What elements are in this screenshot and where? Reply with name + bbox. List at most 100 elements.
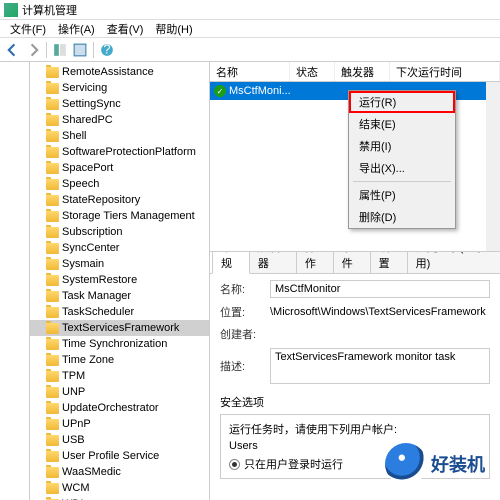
ctx-end[interactable]: 结束(E) [349, 113, 455, 135]
ctx-export[interactable]: 导出(X)... [349, 157, 455, 179]
tab-triggers[interactable]: 触发器 [249, 252, 297, 273]
folder-icon [46, 355, 59, 366]
forward-button[interactable] [24, 41, 42, 59]
tree-item[interactable]: Speech [30, 176, 209, 192]
folder-icon [46, 179, 59, 190]
col-trigger[interactable]: 触发器 [335, 62, 390, 81]
tree-item[interactable]: Time Synchronization [30, 336, 209, 352]
col-name[interactable]: 名称 [210, 62, 290, 81]
desc-field[interactable]: TextServicesFramework monitor task [270, 348, 490, 384]
scope-pane [0, 62, 30, 500]
tree-item[interactable]: SpacePort [30, 160, 209, 176]
desc-label: 描述: [220, 358, 270, 374]
tree-item-label: StateRepository [62, 194, 140, 206]
ctx-properties[interactable]: 属性(P) [349, 184, 455, 206]
folder-icon [46, 451, 59, 462]
tree-item-label: TPM [62, 370, 85, 382]
name-field[interactable]: MsCtfMonitor [270, 280, 490, 298]
folder-icon [46, 419, 59, 430]
tree-item-label: SpacePort [62, 162, 113, 174]
folder-icon [46, 339, 59, 350]
tree-item[interactable]: UPnP [30, 416, 209, 432]
menu-bar: 文件(F) 操作(A) 查看(V) 帮助(H) [0, 20, 500, 38]
back-button[interactable] [4, 41, 22, 59]
toolbar-divider [93, 42, 94, 58]
tab-history[interactable]: 历史记录(已禁用) [407, 252, 500, 273]
tree-item[interactable]: SystemRestore [30, 272, 209, 288]
tab-conditions[interactable]: 条件 [333, 252, 371, 273]
tree-item[interactable]: Subscription [30, 224, 209, 240]
tree-item[interactable]: UpdateOrchestrator [30, 400, 209, 416]
ctx-disable[interactable]: 禁用(I) [349, 135, 455, 157]
radio-logged-on[interactable] [229, 459, 240, 470]
folder-icon [46, 403, 59, 414]
tab-actions[interactable]: 操作 [296, 252, 334, 273]
folder-icon [46, 275, 59, 286]
tree-item[interactable]: SharedPC [30, 112, 209, 128]
location-value: \Microsoft\Windows\TextServicesFramework [270, 306, 490, 318]
tree-item-label: RemoteAssistance [62, 66, 154, 78]
name-label: 名称: [220, 281, 270, 297]
list-scrollbar[interactable] [486, 82, 500, 251]
tree-item[interactable]: Task Manager [30, 288, 209, 304]
tree-item-label: Task Manager [62, 290, 131, 302]
tree-item[interactable]: User Profile Service [30, 448, 209, 464]
tree-item-label: WaaSMedic [62, 466, 121, 478]
help-button[interactable]: ? [98, 41, 116, 59]
tree-item[interactable]: Shell [30, 128, 209, 144]
tree-item[interactable]: TPM [30, 368, 209, 384]
tree-item-label: Servicing [62, 82, 107, 94]
ctx-delete[interactable]: 删除(D) [349, 206, 455, 228]
app-icon [4, 3, 18, 17]
col-status[interactable]: 状态 [290, 62, 335, 81]
tree-item-label: UpdateOrchestrator [62, 402, 159, 414]
col-next[interactable]: 下次运行时间 [390, 62, 500, 81]
tree-item[interactable]: USB [30, 432, 209, 448]
tree-item[interactable]: TaskScheduler [30, 304, 209, 320]
list-header: 名称 状态 触发器 下次运行时间 [210, 62, 500, 82]
tree-item[interactable]: SyncCenter [30, 240, 209, 256]
folder-icon [46, 67, 59, 78]
menu-help[interactable]: 帮助(H) [149, 21, 198, 37]
tree-item[interactable]: WCM [30, 480, 209, 496]
tree-item-label: USB [62, 434, 85, 446]
tree-item-label: Subscription [62, 226, 123, 238]
menu-view[interactable]: 查看(V) [101, 21, 150, 37]
tree-item[interactable]: StateRepository [30, 192, 209, 208]
properties-button[interactable] [71, 41, 89, 59]
task-name: MsCtfMoni... [229, 85, 291, 97]
security-title: 安全选项 [220, 394, 490, 410]
tree-item-label: Speech [62, 178, 99, 190]
tree-item-label: Storage Tiers Management [62, 210, 195, 222]
tree-item-label: WCM [62, 482, 90, 494]
menu-file[interactable]: 文件(F) [4, 21, 52, 37]
tree-item[interactable]: SoftwareProtectionPlatform [30, 144, 209, 160]
tree-item[interactable]: Time Zone [30, 352, 209, 368]
tab-general[interactable]: 常规 [212, 252, 250, 274]
tree-item[interactable]: SettingSync [30, 96, 209, 112]
tree-pane[interactable]: RemoteAssistance Servicing SettingSync Shar… [30, 62, 210, 500]
folder-icon [46, 483, 59, 494]
tree-item[interactable]: UNP [30, 384, 209, 400]
tree-item[interactable]: WDI [30, 496, 209, 500]
folder-icon [46, 243, 59, 254]
tree-item[interactable]: TextServicesFramework [30, 320, 209, 336]
folder-icon [46, 323, 59, 334]
tree-item-label: SystemRestore [62, 274, 137, 286]
content-area: RemoteAssistance Servicing SettingSync Shar… [0, 62, 500, 500]
tree-item[interactable]: WaaSMedic [30, 464, 209, 480]
folder-icon [46, 259, 59, 270]
ctx-run[interactable]: 运行(R) [349, 91, 455, 113]
tree-item-label: SharedPC [62, 114, 113, 126]
tabs: 常规 触发器 操作 条件 设置 历史记录(已禁用) [210, 252, 500, 274]
tab-settings[interactable]: 设置 [370, 252, 408, 273]
tree-item[interactable]: Servicing [30, 80, 209, 96]
menu-action[interactable]: 操作(A) [52, 21, 101, 37]
context-menu: 运行(R) 结束(E) 禁用(I) 导出(X)... 属性(P) 删除(D) [348, 90, 456, 229]
scope-button[interactable] [51, 41, 69, 59]
tree-item[interactable]: RemoteAssistance [30, 64, 209, 80]
tree-item[interactable]: Storage Tiers Management [30, 208, 209, 224]
tree-item-label: SettingSync [62, 98, 121, 110]
tree-item-label: Shell [62, 130, 86, 142]
tree-item[interactable]: Sysmain [30, 256, 209, 272]
